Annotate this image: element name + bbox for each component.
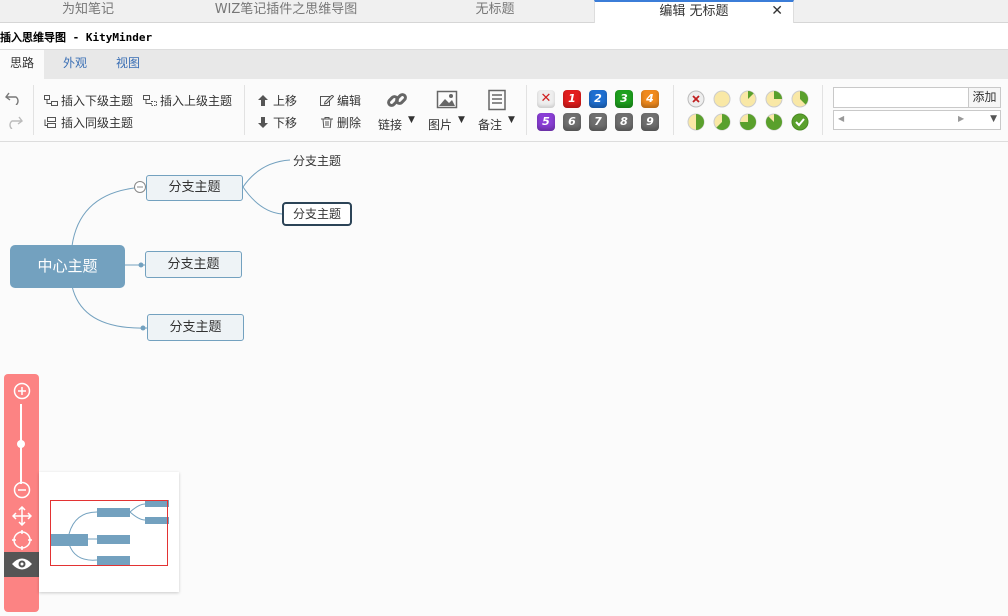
trash-icon [321, 117, 333, 128]
progress-remove-icon[interactable] [687, 90, 705, 108]
link-button[interactable]: 链接 ▼ [378, 85, 418, 135]
priority-5-badge[interactable]: 5 [537, 113, 555, 131]
insert-child-label: 插入下级主题 [61, 94, 134, 108]
toolbar-separator [822, 85, 823, 135]
progress-4-icon[interactable] [687, 113, 705, 131]
pencil-icon [320, 95, 334, 106]
leaf-topic-node[interactable]: 分支主题 [286, 152, 348, 170]
scroll-left-icon[interactable]: ◀ [838, 114, 844, 123]
insert-child-icon [44, 95, 58, 106]
insert-parent-label: 插入上级主题 [160, 94, 233, 108]
progress-5-icon[interactable] [713, 113, 731, 131]
priority-6-badge[interactable]: 6 [563, 113, 581, 131]
minimap-preview [50, 500, 169, 566]
delete-button[interactable]: 删除 [320, 114, 361, 131]
branch-topic-node[interactable]: 分支主题 [145, 251, 242, 278]
tab-edit-untitled[interactable]: 编辑 无标题 ✕ [594, 0, 794, 23]
arrow-up-icon [258, 95, 268, 106]
chevron-down-icon: ▼ [408, 115, 415, 125]
branch-topic-node[interactable]: 分支主题 [146, 175, 243, 201]
toolbar-separator [244, 85, 245, 135]
insert-sibling-icon [44, 117, 56, 128]
toolbar-separator [526, 85, 527, 135]
scroll-right-icon[interactable]: ▶ [958, 114, 964, 123]
zoom-in-icon[interactable] [13, 382, 31, 400]
root-topic-node[interactable]: 中心主题 [10, 245, 125, 288]
branch-topic-node[interactable]: 分支主题 [147, 314, 244, 341]
priority-2-badge[interactable]: 2 [589, 90, 607, 108]
chevron-down-icon: ▼ [458, 115, 465, 125]
insert-sibling-label: 插入同级主题 [61, 116, 134, 130]
expander-dot[interactable] [140, 325, 146, 331]
toolbar: 插入下级主题 插入上级主题 插入同级主题 上移 下移 编辑 删除 链接 ▼ 图片… [0, 79, 1008, 142]
move-up-label: 上移 [273, 94, 298, 108]
menu-tab-idea[interactable]: 思路 [0, 50, 45, 81]
edit-label: 编辑 [337, 94, 362, 108]
menu-tab-view[interactable]: 视图 [106, 50, 150, 79]
move-hand-icon[interactable] [12, 506, 32, 526]
expander-dot[interactable] [138, 262, 144, 268]
link-label: 链接 [378, 118, 403, 132]
resource-dropdown[interactable]: ◀ ▶ ▼ [833, 110, 1001, 130]
chevron-down-icon: ▼ [508, 115, 515, 125]
close-icon[interactable]: ✕ [771, 2, 783, 21]
window-titlebar: 插入思维导图 - KityMinder [0, 23, 1008, 49]
progress-2-icon[interactable] [765, 90, 783, 108]
menu-bar: 思路 外观 视图 [0, 49, 1008, 81]
zoom-out-icon[interactable] [13, 481, 31, 499]
move-down-label: 下移 [273, 116, 298, 130]
insert-child-button[interactable]: 插入下级主题 [44, 92, 133, 109]
navigator-toggle-button[interactable] [4, 552, 39, 577]
insert-sibling-button[interactable]: 插入同级主题 [44, 114, 133, 131]
progress-3-icon[interactable] [791, 90, 809, 108]
tab-plugin-mindmap[interactable]: WIZ笔记插件之思维导图 [176, 0, 396, 22]
priority-8-badge[interactable]: 8 [615, 113, 633, 131]
image-label: 图片 [428, 118, 453, 132]
locate-center-icon[interactable] [12, 530, 32, 550]
zoom-slider-thumb[interactable] [17, 440, 25, 448]
progress-8-icon[interactable] [791, 113, 809, 131]
priority-1-badge[interactable]: 1 [563, 90, 581, 108]
tab-edit-untitled-label: 编辑 无标题 [659, 4, 729, 19]
navigator-bar [4, 374, 39, 612]
window-title: 插入思维导图 - KityMinder [0, 31, 153, 44]
chevron-down-icon[interactable]: ▼ [990, 114, 997, 124]
toolbar-separator [673, 85, 674, 135]
arrow-down-icon [258, 117, 268, 128]
link-icon [387, 93, 407, 107]
insert-parent-button[interactable]: 插入上级主题 [143, 92, 232, 109]
undo-icon[interactable] [4, 89, 24, 105]
tab-bar: 为知笔记 WIZ笔记插件之思维导图 无标题 编辑 无标题 ✕ [0, 0, 1008, 23]
image-button[interactable]: 图片 ▼ [428, 85, 468, 135]
priority-7-badge[interactable]: 7 [589, 113, 607, 131]
toolbar-separator [33, 85, 34, 135]
delete-label: 删除 [337, 116, 362, 130]
add-resource-button[interactable]: 添加 [968, 87, 1001, 108]
resource-input[interactable] [833, 87, 969, 108]
tab-wiz-notes[interactable]: 为知笔记 [0, 0, 176, 22]
redo-icon[interactable] [4, 113, 24, 129]
progress-6-icon[interactable] [739, 113, 757, 131]
note-icon [488, 89, 506, 111]
minimap-panel[interactable] [39, 472, 179, 592]
edit-button[interactable]: 编辑 [320, 92, 361, 109]
progress-0-icon[interactable] [713, 90, 731, 108]
priority-remove-icon[interactable]: ✕ [537, 90, 555, 108]
note-button[interactable]: 备注 ▼ [478, 85, 518, 135]
menu-tab-appearance[interactable]: 外观 [53, 50, 97, 79]
move-up-button[interactable]: 上移 [256, 92, 297, 109]
image-icon [436, 90, 458, 109]
eye-icon [12, 558, 32, 570]
tab-untitled[interactable]: 无标题 [396, 0, 594, 22]
note-label: 备注 [478, 118, 503, 132]
selected-topic-node[interactable]: 分支主题 [282, 202, 352, 226]
priority-9-badge[interactable]: 9 [641, 113, 659, 131]
progress-7-icon[interactable] [765, 113, 783, 131]
priority-3-badge[interactable]: 3 [615, 90, 633, 108]
insert-parent-icon [143, 95, 157, 106]
progress-1-icon[interactable] [739, 90, 757, 108]
priority-4-badge[interactable]: 4 [641, 90, 659, 108]
move-down-button[interactable]: 下移 [256, 114, 297, 131]
